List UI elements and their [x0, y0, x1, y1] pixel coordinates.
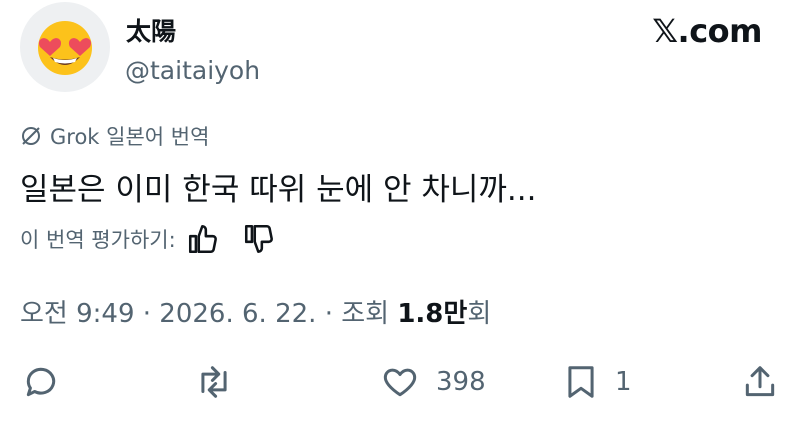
- bookmark-count: 1: [615, 367, 632, 397]
- meta-separator: ·: [142, 299, 152, 329]
- translation-label: Grok 일본어 번역: [50, 125, 210, 149]
- share-button[interactable]: [742, 360, 778, 404]
- thumbs-up-button[interactable]: [186, 222, 220, 256]
- thumbs-up-icon: [188, 224, 217, 254]
- thumbs-down-icon: [244, 224, 273, 254]
- action-bar: 398 1: [0, 360, 800, 404]
- heart-eyes-emoji-icon: [38, 21, 92, 75]
- thumbs-down-button[interactable]: [242, 222, 276, 256]
- meta-separator: ·: [324, 299, 333, 329]
- like-button[interactable]: 398: [380, 360, 486, 404]
- like-count: 398: [436, 367, 486, 397]
- heart-icon: [383, 368, 417, 397]
- views-suffix: 회: [467, 299, 492, 329]
- bookmark-button[interactable]: 1: [563, 360, 632, 404]
- rate-translation-row: 이 번역 평가하기:: [20, 222, 276, 256]
- tweet-text: 일본은 이미 한국 따위 눈에 안 차니까...: [20, 172, 537, 208]
- bookmark-icon: [568, 366, 594, 398]
- grok-icon: [22, 127, 40, 145]
- author-handle[interactable]: @taitaiyoh: [125, 56, 260, 85]
- tweet-meta: 오전 9:49 · 2026. 6. 22. · 조회 1.8만회: [20, 293, 491, 330]
- rate-translation-label: 이 번역 평가하기:: [20, 228, 176, 252]
- translation-label-row: Grok 일본어 번역: [20, 121, 209, 151]
- views-prefix: 조회: [341, 299, 390, 329]
- repost-button[interactable]: [193, 360, 235, 404]
- reply-icon: [26, 367, 56, 397]
- reply-button[interactable]: [22, 360, 60, 404]
- tweet-date[interactable]: 2026. 6. 22.: [159, 299, 316, 329]
- share-icon: [745, 366, 775, 397]
- repost-icon: [201, 366, 227, 398]
- avatar[interactable]: [20, 2, 110, 92]
- tweet-time[interactable]: 오전 9:49: [20, 299, 135, 329]
- brand-logo: 𝕏.com: [652, 12, 762, 50]
- author-display-name[interactable]: 太陽: [126, 12, 176, 48]
- views-count: 1.8만: [397, 299, 468, 329]
